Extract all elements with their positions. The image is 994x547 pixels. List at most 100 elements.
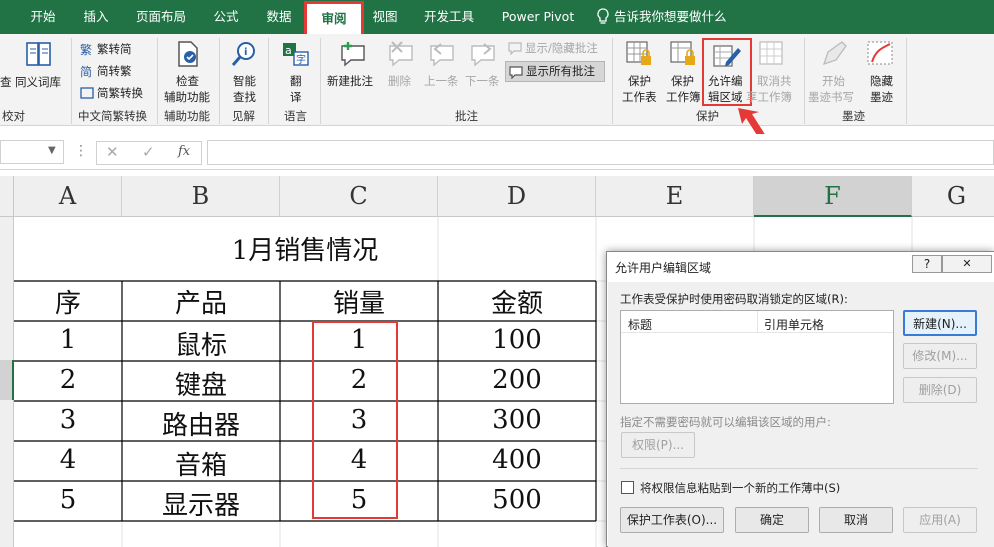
allow-edit-ranges-line2[interactable]: 辑区域 — [708, 89, 743, 105]
modify-range-button[interactable]: 修改(M)... — [903, 343, 977, 369]
protect-workbook-icon — [669, 40, 699, 68]
svg-text:简: 简 — [80, 65, 92, 78]
help-icon[interactable]: ? — [912, 255, 942, 273]
chevron-down-icon[interactable]: ▼ — [48, 145, 56, 156]
previous-comment-button[interactable]: 上一条 — [424, 73, 459, 89]
tab-power-pivot[interactable]: Power Pivot — [496, 0, 580, 34]
hide-ink-line1[interactable]: 隐藏 — [870, 73, 893, 89]
tab-page-layout[interactable]: 页面布局 — [126, 0, 196, 34]
column-reference[interactable]: 引用单元格 — [764, 316, 824, 333]
chinese-conversion-button[interactable]: 简繁转换 — [97, 85, 143, 101]
traditional-to-simplified-button[interactable]: 繁转简 — [97, 41, 132, 57]
protect-sheet-line1[interactable]: 保护 — [628, 73, 651, 89]
allow-edit-ranges-line1[interactable]: 允许编 — [708, 73, 743, 89]
table-cell[interactable]: 100 — [438, 325, 596, 355]
close-icon[interactable]: ✕ — [942, 255, 992, 273]
cancel-entry-icon[interactable]: ✕ — [106, 143, 119, 161]
table-cell[interactable]: 200 — [438, 365, 596, 395]
smart-lookup-line1[interactable]: 智能 — [233, 73, 256, 89]
table-cell[interactable]: 路由器 — [122, 405, 280, 442]
header-cell-product[interactable]: 产品 — [122, 283, 280, 320]
translate-line1[interactable]: 翻 — [290, 73, 302, 89]
show-hide-comment-button[interactable]: 显示/隐藏批注 — [525, 40, 598, 56]
column-header-d[interactable]: D — [438, 176, 596, 217]
table-cell[interactable]: 3 — [14, 405, 122, 435]
hide-ink-icon — [866, 40, 896, 68]
tab-home[interactable]: 开始 — [20, 0, 66, 34]
simplified-to-traditional-button[interactable]: 简转繁 — [97, 63, 132, 79]
group-ink-label: 墨迹 — [842, 109, 865, 123]
ok-button[interactable]: 确定 — [735, 507, 809, 533]
apply-button[interactable]: 应用(A) — [903, 507, 977, 533]
group-comments-label: 批注 — [455, 109, 478, 123]
table-cell[interactable]: 显示器 — [122, 485, 280, 522]
tab-view[interactable]: 视图 — [362, 0, 408, 34]
formula-input[interactable] — [207, 140, 994, 165]
ribbon-separator — [71, 38, 72, 124]
protect-workbook-line2[interactable]: 工作簿 — [666, 89, 701, 105]
column-header-g[interactable]: G — [912, 176, 994, 217]
translate-line2[interactable]: 译 — [290, 89, 302, 105]
tell-me-search[interactable]: 告诉我你想要做什么 — [614, 0, 754, 34]
confirm-entry-icon[interactable]: ✓ — [142, 143, 155, 161]
column-header-f[interactable]: F — [754, 176, 912, 217]
column-divider — [757, 311, 758, 333]
column-header-c[interactable]: C — [280, 176, 438, 217]
check-accessibility-line2[interactable]: 辅助功能 — [164, 89, 210, 105]
table-cell[interactable]: 鼠标 — [122, 325, 280, 362]
row-header-active[interactable] — [0, 360, 14, 400]
start-inking-line1[interactable]: 开始 — [822, 73, 845, 89]
sheet-title-cell[interactable]: 1月销售情况 — [14, 230, 596, 270]
column-header-a[interactable]: A — [14, 176, 122, 217]
table-cell[interactable]: 4 — [14, 445, 122, 475]
table-cell[interactable]: 2 — [14, 365, 122, 395]
next-comment-button[interactable]: 下一条 — [465, 73, 500, 89]
protect-workbook-line1[interactable]: 保护 — [671, 73, 694, 89]
column-title[interactable]: 标题 — [628, 316, 652, 333]
insert-function-icon[interactable]: fx — [178, 144, 190, 159]
hide-ink-line2[interactable]: 墨迹 — [870, 89, 893, 105]
tab-formulas[interactable]: 公式 — [204, 0, 248, 34]
table-cell[interactable]: 键盘 — [122, 365, 280, 402]
unshare-workbook-icon — [758, 40, 788, 68]
thesaurus-button[interactable]: 同义词库 — [15, 74, 61, 90]
delete-range-button[interactable]: 删除(D) — [903, 377, 977, 403]
header-cell-amount[interactable]: 金额 — [438, 283, 596, 320]
column-header-b[interactable]: B — [122, 176, 280, 217]
header-cell-index[interactable]: 序 — [14, 283, 122, 320]
cancel-button[interactable]: 取消 — [819, 507, 893, 533]
start-inking-line2[interactable]: 墨迹书写 — [808, 89, 854, 105]
paste-permissions-checkbox[interactable] — [621, 481, 634, 494]
protect-sheet-button[interactable]: 保护工作表(O)... — [620, 507, 724, 533]
show-hide-comment-icon — [508, 41, 522, 56]
protect-sheet-line2[interactable]: 工作表 — [622, 89, 657, 105]
permissions-button[interactable]: 权限(P)... — [621, 432, 695, 458]
tab-insert[interactable]: 插入 — [73, 0, 119, 34]
select-all-corner[interactable] — [0, 176, 14, 217]
unshare-workbook-line2[interactable]: 享工作簿 — [746, 89, 792, 105]
tab-review[interactable]: 审阅 — [304, 1, 364, 34]
group-proofing-label: 校对 — [2, 109, 25, 123]
start-inking-icon — [818, 40, 848, 68]
check-accessibility-line1[interactable]: 检查 — [176, 73, 199, 89]
header-cell-quantity[interactable]: 销量 — [280, 283, 438, 320]
delete-comment-button[interactable]: 删除 — [388, 73, 411, 89]
spelling-button-label[interactable]: 查 — [0, 74, 12, 90]
thesaurus-icon — [24, 40, 54, 68]
new-range-button[interactable]: 新建(N)... — [903, 310, 977, 336]
table-cell[interactable]: 1 — [14, 325, 122, 355]
ribbon-separator — [906, 38, 907, 124]
tab-developer[interactable]: 开发工具 — [414, 0, 484, 34]
table-cell[interactable]: 500 — [438, 485, 596, 515]
smart-lookup-line2[interactable]: 查找 — [233, 89, 256, 105]
group-language-label: 语言 — [284, 109, 307, 123]
unshare-workbook-line1[interactable]: 取消共 — [757, 73, 792, 89]
column-header-e[interactable]: E — [596, 176, 754, 217]
table-cell[interactable]: 5 — [14, 485, 122, 515]
table-cell[interactable]: 音箱 — [122, 445, 280, 482]
tab-data[interactable]: 数据 — [256, 0, 302, 34]
table-cell[interactable]: 300 — [438, 405, 596, 435]
table-cell[interactable]: 400 — [438, 445, 596, 475]
new-comment-button[interactable]: 新建批注 — [327, 73, 373, 89]
lightbulb-icon — [594, 0, 612, 34]
